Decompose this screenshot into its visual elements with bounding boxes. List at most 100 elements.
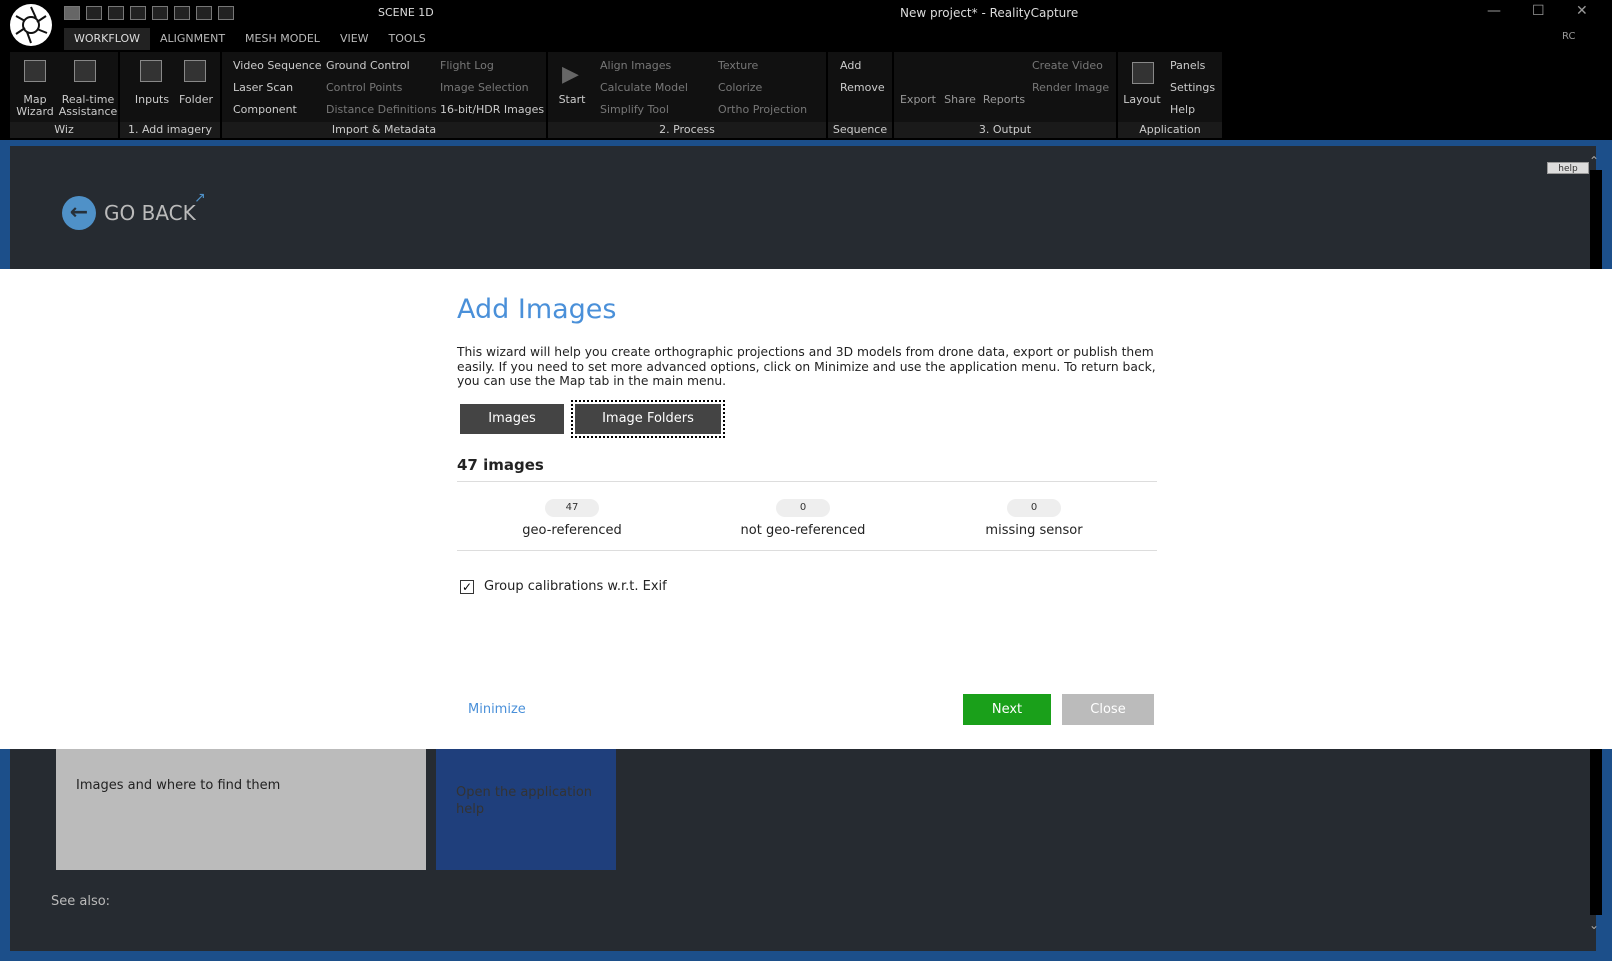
scroll-up-icon[interactable]: ⌃ xyxy=(1589,154,1599,168)
tab-view[interactable]: VIEW xyxy=(330,28,379,50)
start-button[interactable]: Start xyxy=(550,94,594,106)
image-folders-button[interactable]: Image Folders xyxy=(571,400,725,438)
ribbon-footer-output: 3. Output xyxy=(894,122,1116,138)
ribbon-footer-wiz: Wiz xyxy=(10,122,118,138)
not-geo-referenced-count: 0 xyxy=(776,499,830,517)
help-toggle-button[interactable]: help xyxy=(1547,162,1589,174)
settings-button[interactable]: Settings xyxy=(1170,81,1215,94)
stat-missing-sensor: 0 missing sensor xyxy=(919,495,1149,538)
layout-7-icon[interactable] xyxy=(196,6,212,20)
distance-definitions-button[interactable]: Distance Definitions xyxy=(326,103,437,116)
layout-3-icon[interactable] xyxy=(108,6,124,20)
dialog-title: Add Images xyxy=(457,294,617,325)
layout-button[interactable]: Layout xyxy=(1120,94,1164,106)
tab-tools[interactable]: TOOLS xyxy=(379,28,436,50)
title-bar: SCENE 1D New project* - RealityCapture —… xyxy=(0,0,1612,46)
quick-access-toolbar xyxy=(64,6,234,20)
texture-button[interactable]: Texture xyxy=(718,59,758,72)
divider-bottom xyxy=(457,550,1157,551)
images-button[interactable]: Images xyxy=(460,404,564,434)
layout-icon xyxy=(1132,62,1154,84)
sequence-remove-button[interactable]: Remove xyxy=(840,81,885,94)
close-window-icon[interactable]: ✕ xyxy=(1576,3,1588,19)
scroll-down-icon[interactable]: ⌄ xyxy=(1589,918,1599,932)
map-wizard-button[interactable]: Map Wizard xyxy=(10,94,60,118)
ribbon-group-add-imagery: Inputs Folder 1. Add imagery xyxy=(120,52,220,138)
tab-mesh-model[interactable]: MESH MODEL xyxy=(235,28,330,50)
image-count: 47 images xyxy=(457,456,544,474)
share-button[interactable]: Share xyxy=(940,94,980,106)
component-button[interactable]: Component xyxy=(233,103,297,116)
ribbon-group-application: Layout Panels Settings Help Application xyxy=(1118,52,1222,138)
realtime-assistance-button[interactable]: Real-time Assistance xyxy=(58,94,118,118)
dialog-description: This wizard will help you create orthogr… xyxy=(457,345,1156,388)
align-images-button[interactable]: Align Images xyxy=(600,59,671,72)
laser-scan-button[interactable]: Laser Scan xyxy=(233,81,293,94)
missing-sensor-label: missing sensor xyxy=(985,523,1083,538)
layout-6-icon[interactable] xyxy=(174,6,190,20)
render-image-button[interactable]: Render Image xyxy=(1032,81,1109,94)
sequence-add-button[interactable]: Add xyxy=(840,59,861,72)
inputs-button[interactable]: Inputs xyxy=(128,94,176,106)
stat-not-geo-referenced: 0 not geo-referenced xyxy=(688,495,918,538)
export-button[interactable]: Export xyxy=(898,94,938,106)
image-selection-button[interactable]: Image Selection xyxy=(440,81,529,94)
app-logo-icon[interactable] xyxy=(10,4,52,46)
maximize-window-icon[interactable]: ☐ xyxy=(1532,3,1545,19)
folder-button[interactable]: Folder xyxy=(172,94,220,106)
realtime-assistance-icon xyxy=(74,60,96,82)
calculate-model-button[interactable]: Calculate Model xyxy=(600,81,688,94)
checkbox-checked-icon[interactable]: ✓ xyxy=(460,579,474,594)
tab-workflow[interactable]: WORKFLOW xyxy=(64,28,150,50)
flight-log-button[interactable]: Flight Log xyxy=(440,59,494,72)
ribbon: Map Wizard Real-time Assistance Wiz Inpu… xyxy=(10,52,1222,138)
help-card-app-help[interactable]: Open the application help xyxy=(436,730,616,870)
folder-icon xyxy=(184,60,206,82)
layout-5-icon[interactable] xyxy=(152,6,168,20)
ribbon-footer-sequence: Sequence xyxy=(828,122,892,138)
minimize-window-icon[interactable]: — xyxy=(1487,3,1501,19)
back-arrow-icon: ← xyxy=(62,196,96,230)
colorize-button[interactable]: Colorize xyxy=(718,81,762,94)
geo-referenced-count: 47 xyxy=(545,499,599,517)
missing-sensor-count: 0 xyxy=(1007,499,1061,517)
geo-referenced-label: geo-referenced xyxy=(522,523,622,538)
add-images-dialog: Add Images This wizard will help you cre… xyxy=(0,269,1612,749)
close-button[interactable]: Close xyxy=(1062,694,1154,725)
see-also-heading: See also: xyxy=(51,894,111,909)
not-geo-referenced-label: not geo-referenced xyxy=(740,523,866,538)
video-sequence-button[interactable]: Video Sequence xyxy=(233,59,322,72)
hdr-images-button[interactable]: 16-bit/HDR Images xyxy=(440,103,544,116)
ribbon-footer-import: Import & Metadata xyxy=(222,122,546,138)
ortho-projection-button[interactable]: Ortho Projection xyxy=(718,103,807,116)
external-link-icon[interactable]: ↗ xyxy=(194,190,206,206)
layout-4-icon[interactable] xyxy=(130,6,146,20)
help-card-images[interactable]: Images and where to find them xyxy=(56,730,426,870)
layout-2-icon[interactable] xyxy=(86,6,102,20)
help-button[interactable]: Help xyxy=(1170,103,1195,116)
ribbon-group-sequence: Add Remove Sequence xyxy=(828,52,892,138)
map-wizard-icon xyxy=(24,60,46,82)
go-back-link[interactable]: ← GO BACK xyxy=(62,196,196,230)
layout-1-icon[interactable] xyxy=(64,6,80,20)
go-back-label: GO BACK xyxy=(104,201,196,225)
group-calibrations-checkbox[interactable]: ✓ Group calibrations w.r.t. Exif xyxy=(460,579,667,594)
help-card-images-label: Images and where to find them xyxy=(76,778,281,793)
create-video-button[interactable]: Create Video xyxy=(1032,59,1103,72)
panels-button[interactable]: Panels xyxy=(1170,59,1205,72)
ribbon-group-import: Video Sequence Laser Scan Component Grou… xyxy=(222,52,546,138)
ground-control-button[interactable]: Ground Control xyxy=(326,59,410,72)
ribbon-group-process: ▶ Start Align Images Calculate Model Sim… xyxy=(548,52,826,138)
divider-top xyxy=(457,481,1157,482)
ribbon-footer-add-imagery: 1. Add imagery xyxy=(120,122,220,138)
reports-button[interactable]: Reports xyxy=(982,94,1026,106)
simplify-tool-button[interactable]: Simplify Tool xyxy=(600,103,669,116)
ribbon-group-wiz: Map Wizard Real-time Assistance Wiz xyxy=(10,52,118,138)
tab-alignment[interactable]: ALIGNMENT xyxy=(150,28,235,50)
next-button[interactable]: Next xyxy=(963,694,1051,725)
group-calibrations-label: Group calibrations w.r.t. Exif xyxy=(484,579,667,594)
layout-8-icon[interactable] xyxy=(218,6,234,20)
control-points-button[interactable]: Control Points xyxy=(326,81,402,94)
start-play-icon: ▶ xyxy=(562,62,579,87)
minimize-link[interactable]: Minimize xyxy=(468,702,526,717)
